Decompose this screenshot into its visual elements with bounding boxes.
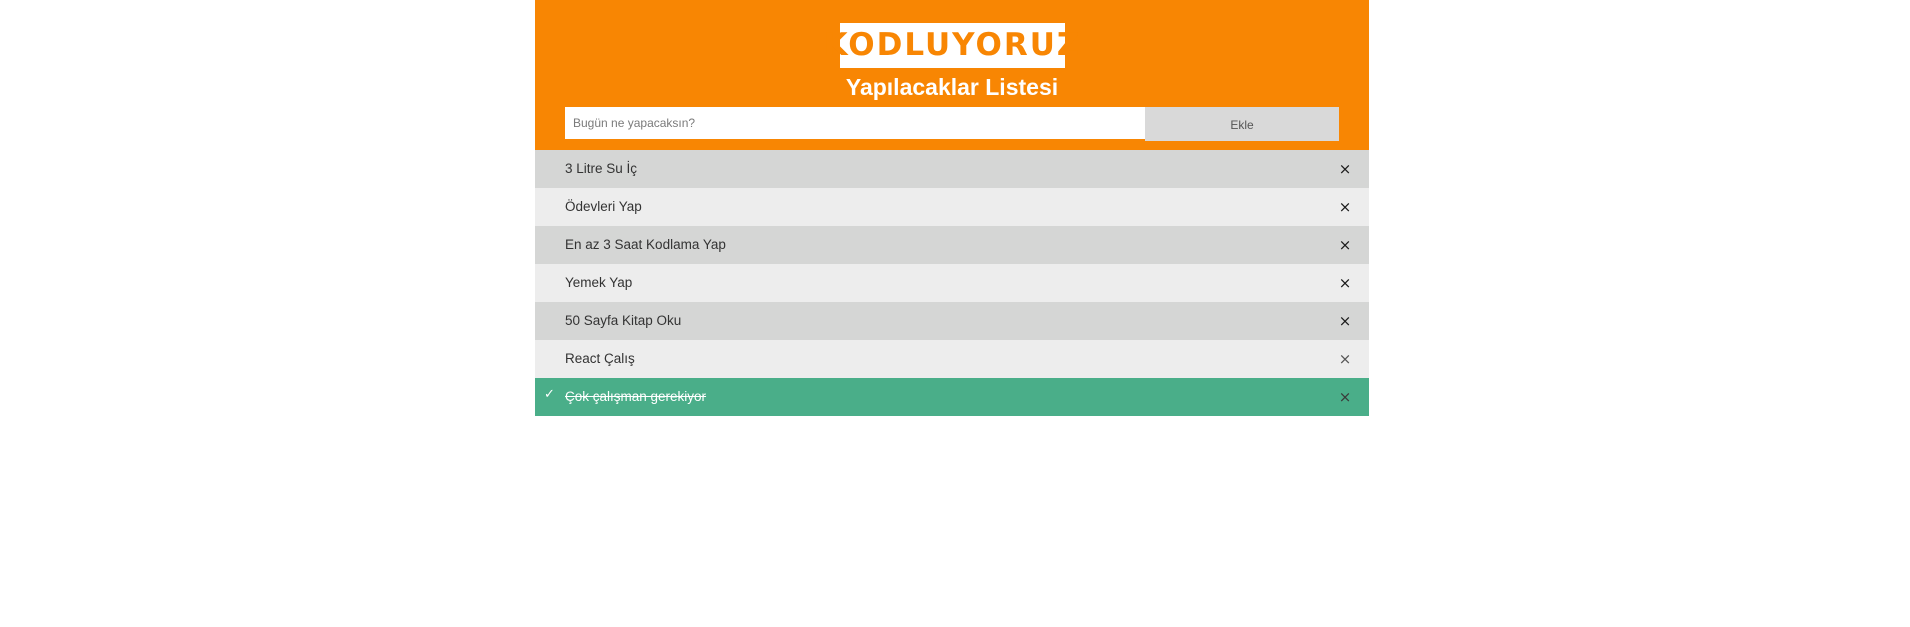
logo-text: KODLUYORUZ [823,27,1082,63]
close-icon[interactable]: × [1335,302,1355,340]
todo-item-text: 3 Litre Su İç [565,161,638,176]
close-icon[interactable]: × [1335,378,1355,416]
todo-input[interactable] [565,107,1145,139]
todo-item[interactable]: En az 3 Saat Kodlama Yap × [535,226,1369,264]
todo-item-text: React Çalış [565,351,635,366]
page: KODLUYORUZ Yapılacaklar Listesi Ekle 3 L… [0,0,1910,627]
close-icon[interactable]: × [1335,150,1355,188]
close-icon[interactable]: × [1335,226,1355,264]
add-button[interactable]: Ekle [1145,107,1339,141]
input-row: Ekle [565,107,1339,141]
todo-item-text: Çok çalışman gerekiyor [565,389,707,404]
todo-item[interactable]: 50 Sayfa Kitap Oku × [535,302,1369,340]
page-title: Yapılacaklar Listesi [845,74,1059,100]
todo-item[interactable]: 3 Litre Su İç × [535,150,1369,188]
todo-item-checked[interactable]: ✓ Çok çalışman gerekiyor × [535,378,1369,416]
header: KODLUYORUZ Yapılacaklar Listesi Ekle [535,0,1369,150]
todo-item-text: En az 3 Saat Kodlama Yap [565,237,726,252]
close-icon[interactable]: × [1335,264,1355,302]
todo-item-text: Ödevleri Yap [565,199,642,214]
logo: KODLUYORUZ [824,23,1079,68]
todo-list: 3 Litre Su İç × Ödevleri Yap × En az 3 S… [535,150,1369,416]
close-icon[interactable]: × [1335,340,1355,378]
todo-item[interactable]: Ödevleri Yap × [535,188,1369,226]
todo-item-text: Yemek Yap [565,275,633,290]
todo-item-text: 50 Sayfa Kitap Oku [565,313,682,328]
todo-app: KODLUYORUZ Yapılacaklar Listesi Ekle 3 L… [535,0,1369,416]
todo-item[interactable]: React Çalış × [535,340,1369,378]
todo-item[interactable]: Yemek Yap × [535,264,1369,302]
check-icon: ✓ [544,386,555,401]
close-icon[interactable]: × [1335,188,1355,226]
